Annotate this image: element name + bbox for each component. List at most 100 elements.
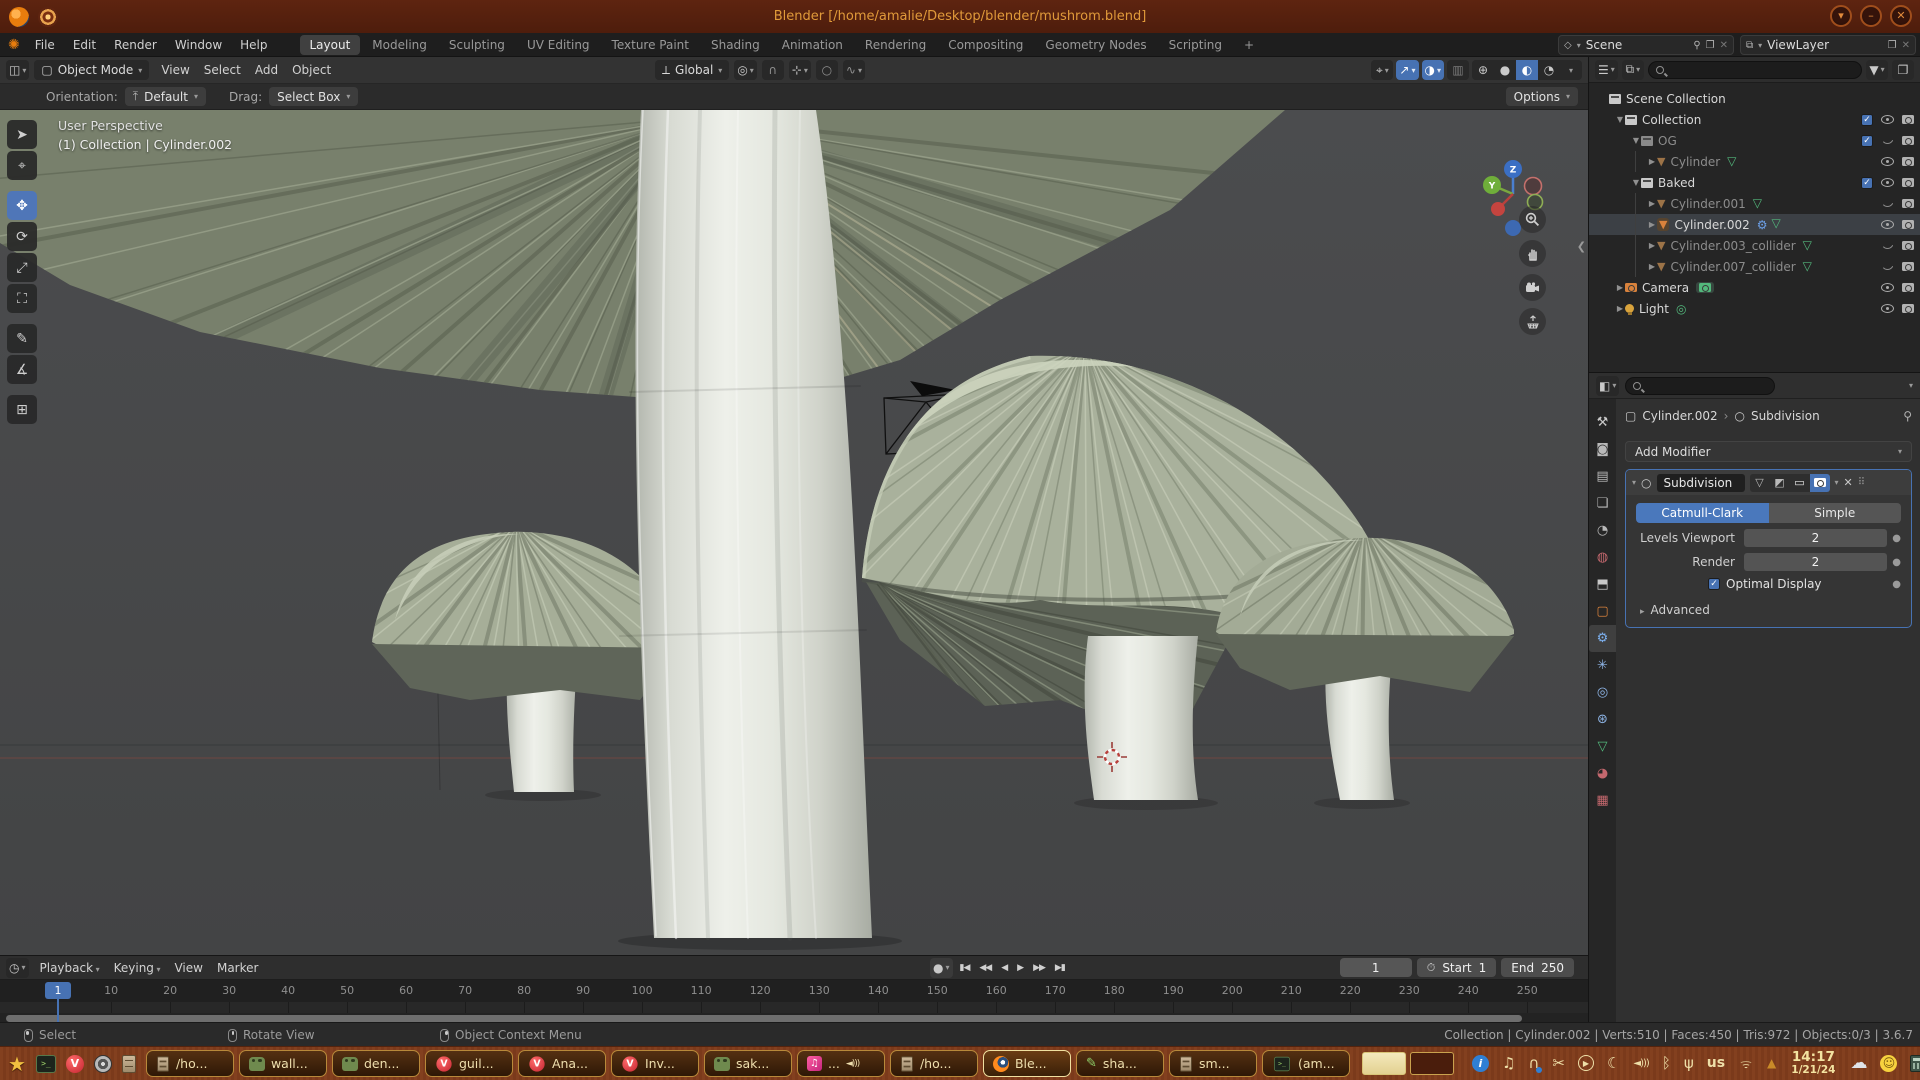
mode-dropdown[interactable]: ▢ Object Mode▾ (34, 60, 149, 80)
disable-in-render-toggle[interactable] (1902, 283, 1914, 292)
workspace-tab-sculpting[interactable]: Sculpting (439, 35, 515, 55)
menu-window[interactable]: Window (166, 33, 231, 57)
prev-keyframe-button[interactable]: ◀◀ (974, 961, 996, 975)
close-button[interactable]: ✕ (1890, 5, 1912, 27)
clock[interactable]: 14:171/21/24 (1791, 1050, 1835, 1076)
add-cube-tool[interactable]: ⊞ (7, 395, 37, 424)
desktop-2-button[interactable] (1410, 1052, 1454, 1075)
workspace-tab-uv-editing[interactable]: UV Editing (517, 35, 600, 55)
menu-file[interactable]: File (26, 33, 64, 57)
breadcrumb-modifier[interactable]: Subdivision (1751, 409, 1820, 423)
night-light-icon[interactable]: ☾ (1607, 1054, 1620, 1072)
expand-arrow-icon[interactable]: ▶ (1615, 304, 1625, 313)
taskbar-task-guil[interactable]: Vguil... (425, 1050, 513, 1077)
panel-collapse-chevron[interactable]: ▾ (1632, 478, 1636, 487)
outliner-search-input[interactable] (1648, 61, 1862, 79)
workspace-tab-geometry-nodes[interactable]: Geometry Nodes (1035, 35, 1156, 55)
sidebar-collapse-arrow[interactable]: ❮ (1577, 240, 1586, 253)
taskbar-task-den[interactable]: den... (332, 1050, 420, 1077)
timeline-channels[interactable]: ▸ (0, 1002, 1588, 1013)
tab-scene[interactable]: ◔ (1589, 517, 1616, 544)
workspace-tab-scripting[interactable]: Scripting (1159, 35, 1232, 55)
timeline-menu-keying[interactable]: Keying ▾ (107, 961, 168, 975)
tab-output[interactable]: ▤ (1589, 463, 1616, 490)
emoji-icon[interactable]: ☺ (1880, 1055, 1897, 1072)
pin-id-icon[interactable]: ⚲ (1903, 409, 1912, 423)
show-in-editmode-toggle[interactable]: ▽ (1750, 474, 1770, 492)
hide-eye-toggle-closed[interactable] (1881, 263, 1894, 270)
collapse-arrow-icon[interactable]: ▼ (1631, 136, 1641, 145)
tab-particles[interactable]: ✳ (1589, 652, 1616, 679)
hide-eye-toggle[interactable] (1881, 220, 1894, 229)
hide-eye-toggle[interactable] (1881, 115, 1894, 124)
scene-selector[interactable]: ◇▾ Scene ⚲ ❐ ✕ (1558, 35, 1734, 55)
simple-button[interactable]: Simple (1769, 503, 1902, 523)
hide-eye-toggle-closed[interactable] (1881, 242, 1894, 249)
usb-icon[interactable]: ψ (1684, 1054, 1694, 1072)
tab-object[interactable]: ▢ (1589, 598, 1616, 625)
pin-icon[interactable]: ⚲ (1693, 40, 1700, 51)
viewlayer-selector[interactable]: ⧉▾ ViewLayer ❐ ✕ (1740, 35, 1916, 55)
exclude-checkbox[interactable]: ✓ (1861, 114, 1873, 126)
show-on-cage-toggle[interactable]: ◩ (1770, 474, 1790, 492)
tab-world[interactable]: ◍ (1589, 544, 1616, 571)
taskbar-task-sak[interactable]: sak... (704, 1050, 792, 1077)
show-in-viewport-toggle[interactable]: ▭ (1790, 474, 1810, 492)
taskbar-task-am[interactable]: >_(am... (1262, 1050, 1350, 1077)
disable-in-render-toggle[interactable] (1902, 199, 1914, 208)
shading-solid-button[interactable]: ● (1494, 60, 1516, 80)
weather-icon[interactable]: ☁ (1850, 1053, 1867, 1073)
expand-arrow-icon[interactable]: ▶ (1647, 157, 1657, 166)
viewport-menu-select[interactable]: Select (197, 63, 248, 77)
expand-arrow-icon[interactable]: ▶ (1647, 220, 1657, 229)
desktop-1-button[interactable] (1362, 1052, 1406, 1075)
tab-collection[interactable]: ⬒ (1589, 571, 1616, 598)
workspace-tab-compositing[interactable]: Compositing (938, 35, 1033, 55)
vivaldi-launcher-icon[interactable]: V (66, 1055, 84, 1073)
workspace-tab-modeling[interactable]: Modeling (362, 35, 437, 55)
terminal-launcher-icon[interactable]: >_ (36, 1055, 56, 1073)
taskbar-task-[interactable]: ♫...◄))) (797, 1050, 885, 1077)
shading-wireframe-button[interactable]: ⊕ (1472, 60, 1494, 80)
timeline-scrollbar-thumb[interactable] (6, 1015, 1522, 1022)
rotate-tool[interactable]: ⟳ (7, 222, 37, 251)
tab-texture[interactable]: ▦ (1589, 787, 1616, 814)
auto-keying-button[interactable]: ●▾ (930, 958, 953, 978)
xray-toggle[interactable]: ▥ (1447, 60, 1469, 80)
orientation-dropdown[interactable]: ⤒ Default▾ (125, 87, 206, 106)
hide-eye-toggle-closed[interactable] (1881, 137, 1894, 144)
collapse-arrow-icon[interactable]: ▼ (1615, 115, 1625, 124)
next-keyframe-button[interactable]: ▶▶ (1028, 961, 1050, 975)
info-icon[interactable]: i (1472, 1055, 1489, 1072)
advanced-section-toggle[interactable]: ▸Advanced (1636, 603, 1901, 617)
viewport-menu-add[interactable]: Add (248, 63, 285, 77)
outliner-row-collection[interactable]: ▼Collection✓ (1589, 109, 1920, 130)
render-levels-field[interactable]: 2 (1744, 553, 1887, 571)
disable-in-render-toggle[interactable] (1902, 136, 1914, 145)
tab-constraints[interactable]: ⊛ (1589, 706, 1616, 733)
tab-modifiers[interactable]: ⚙ (1589, 625, 1616, 652)
optimal-display-checkbox[interactable]: ✓ (1708, 578, 1720, 590)
proportional-editing-toggle[interactable]: ○ (816, 60, 838, 80)
delete-modifier-button[interactable]: ✕ (1844, 476, 1853, 489)
taskbar-task-sha[interactable]: ✎sha... (1076, 1050, 1164, 1077)
outliner-row-cylinder-002[interactable]: ▶▼Cylinder.002⚙▽ (1589, 214, 1920, 235)
camera-view-button[interactable] (1519, 274, 1546, 301)
modifier-extras-chevron[interactable]: ▾ (1835, 478, 1839, 487)
outliner-row-cylinder[interactable]: ▶▼Cylinder▽ (1589, 151, 1920, 172)
tweak-select-tool[interactable]: ➤ (7, 120, 37, 149)
workspace-tab-animation[interactable]: Animation (772, 35, 853, 55)
snap-target-dropdown[interactable]: ⊹▾ (789, 60, 811, 80)
taskbar-task-ana[interactable]: VAna... (518, 1050, 606, 1077)
tab-physics[interactable]: ◎ (1589, 679, 1616, 706)
object-type-visibility-dropdown[interactable]: ⌖▾ (1371, 60, 1393, 80)
timeline-menu-playback[interactable]: Playback ▾ (33, 961, 107, 975)
shading-material-button[interactable]: ◐ (1516, 60, 1538, 80)
properties-options-chevron[interactable]: ▾ (1909, 381, 1913, 390)
show-gizmo-toggle[interactable]: ↗▾ (1396, 60, 1418, 80)
outliner-row-og[interactable]: ▼OG✓ (1589, 130, 1920, 151)
breadcrumb-object[interactable]: Cylinder.002 (1642, 409, 1717, 423)
tab-data[interactable]: ▽ (1589, 733, 1616, 760)
outliner-row-cylinder-007-collider[interactable]: ▶▼Cylinder.007_collider▽ (1589, 256, 1920, 277)
workspace-tab-shading[interactable]: Shading (701, 35, 770, 55)
